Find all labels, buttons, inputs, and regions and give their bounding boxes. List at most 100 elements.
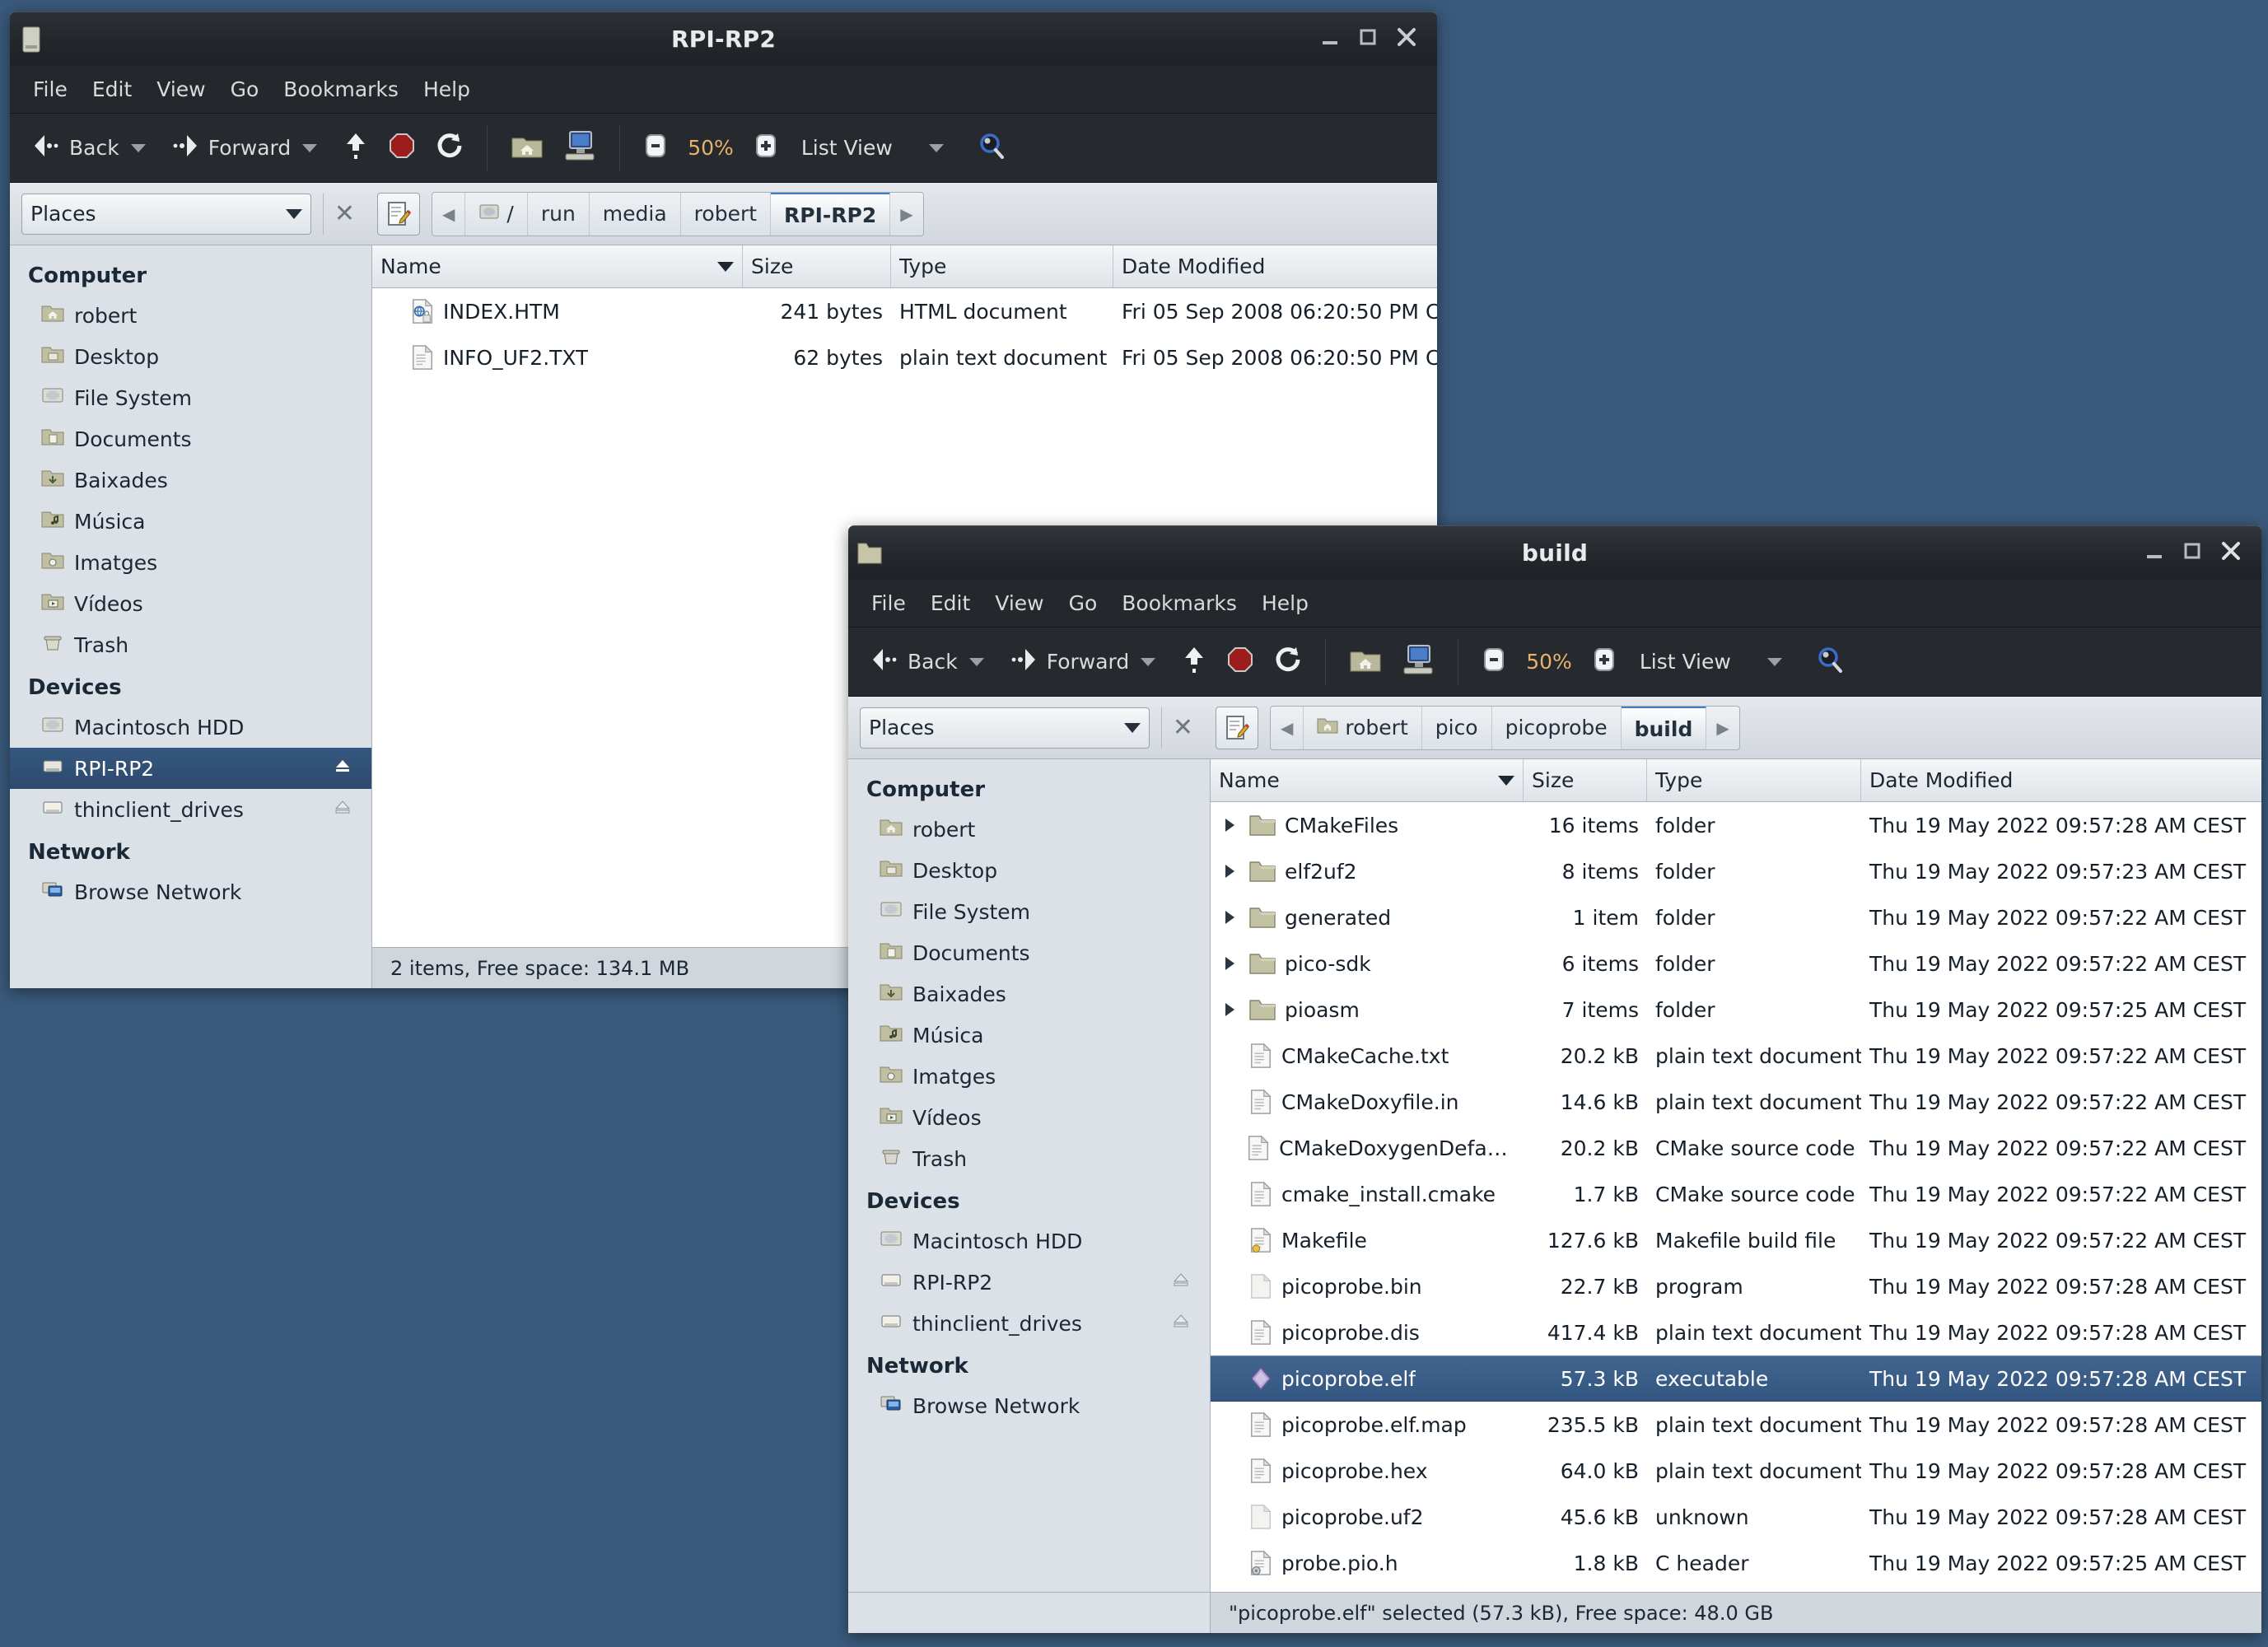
sidebar-item-imatges[interactable]: Imatges xyxy=(848,1056,1210,1097)
table-row[interactable]: CMakeFiles16 itemsfolderThu 19 May 2022 … xyxy=(1211,802,2261,848)
sidebar-item-robert[interactable]: robert xyxy=(10,295,371,336)
file-list-window2[interactable]: CMakeFiles16 itemsfolderThu 19 May 2022 … xyxy=(1211,802,2261,1592)
places-combo-window2[interactable]: Places xyxy=(860,707,1150,749)
zoom-out-button[interactable] xyxy=(635,127,676,170)
breadcrumb-item-run[interactable]: run xyxy=(528,192,590,236)
forward-dropdown-caret-icon[interactable] xyxy=(302,144,317,152)
sidebar-item-videos[interactable]: Vídeos xyxy=(848,1097,1210,1138)
column-size[interactable]: Size xyxy=(743,245,891,287)
breadcrumb-scroll-left[interactable]: ◀ xyxy=(432,192,465,236)
sidebar-item-trash[interactable]: Trash xyxy=(10,624,371,665)
computer-button[interactable] xyxy=(555,124,604,172)
column-size[interactable]: Size xyxy=(1524,759,1647,801)
stop-button[interactable] xyxy=(380,127,424,170)
table-row[interactable]: cmake_install.cmake1.7 kBCMake source co… xyxy=(1211,1171,2261,1217)
sidebar-item-browse-network[interactable]: Browse Network xyxy=(10,871,371,912)
table-row[interactable]: CMakeDoxygenDefaults...20.2 kBCMake sour… xyxy=(1211,1125,2261,1171)
expand-triangle-icon[interactable] xyxy=(1219,1003,1240,1016)
forward-button[interactable]: Forward xyxy=(1001,641,1138,684)
up-button[interactable] xyxy=(335,126,376,170)
column-date[interactable]: Date Modified xyxy=(1113,245,1437,287)
breadcrumb-item-current[interactable]: build xyxy=(1622,706,1707,750)
sidebar-item-rpi-rp2[interactable]: RPI-RP2 xyxy=(848,1262,1210,1303)
breadcrumb-scroll-right[interactable]: ▶ xyxy=(1706,706,1738,750)
eject-icon[interactable] xyxy=(332,797,353,822)
sidebar-item-documents[interactable]: Documents xyxy=(10,418,371,460)
table-row[interactable]: picoprobe.elf.map235.5 kBplain text docu… xyxy=(1211,1402,2261,1448)
breadcrumb-window2[interactable]: ◀ robert pico picoprobe build ▶ xyxy=(1270,706,1740,750)
close-button[interactable] xyxy=(1394,25,1419,54)
minimize-button[interactable] xyxy=(2143,539,2166,567)
column-header-window2[interactable]: Name Size Type Date Modified xyxy=(1211,759,2261,802)
computer-button[interactable] xyxy=(1393,638,1443,686)
sidebar-item-browse-network[interactable]: Browse Network xyxy=(848,1385,1210,1426)
column-name[interactable]: Name xyxy=(372,245,743,287)
column-date[interactable]: Date Modified xyxy=(1861,759,2261,801)
maximize-button[interactable] xyxy=(1356,26,1379,54)
sidebar-item-desktop[interactable]: Desktop xyxy=(10,336,371,377)
home-button[interactable] xyxy=(1341,641,1390,684)
menubar-window2[interactable]: File Edit View Go Bookmarks Help xyxy=(848,580,2261,628)
view-mode-caret-icon[interactable] xyxy=(1767,658,1782,666)
table-row[interactable]: pico-sdk6 itemsfolderThu 19 May 2022 09:… xyxy=(1211,940,2261,987)
window-build[interactable]: build File Edit View Go Bookmarks Help B… xyxy=(848,525,2261,1633)
menubar-window1[interactable]: File Edit View Go Bookmarks Help xyxy=(10,66,1437,114)
breadcrumb-item-current[interactable]: RPI-RP2 xyxy=(771,192,890,236)
sidebar-item-file-system[interactable]: File System xyxy=(848,891,1210,932)
breadcrumb-item-robert[interactable]: robert xyxy=(681,192,771,236)
table-row[interactable]: CMakeCache.txt20.2 kBplain text document… xyxy=(1211,1033,2261,1079)
forward-dropdown-caret-icon[interactable] xyxy=(1141,658,1155,666)
breadcrumb-item-media[interactable]: media xyxy=(590,192,681,236)
sidebar-item-imatges[interactable]: Imatges xyxy=(10,542,371,583)
back-dropdown-caret-icon[interactable] xyxy=(131,144,146,152)
search-button[interactable] xyxy=(1807,640,1853,684)
home-button[interactable] xyxy=(502,127,552,170)
sidebar-item-musica[interactable]: Música xyxy=(848,1015,1210,1056)
close-button[interactable] xyxy=(2219,539,2243,568)
forward-button[interactable]: Forward xyxy=(162,127,300,170)
view-mode-caret-icon[interactable] xyxy=(929,144,944,152)
table-row[interactable]: generated1 itemfolderThu 19 May 2022 09:… xyxy=(1211,894,2261,940)
location-bar-window2[interactable]: Places ✕ ◀ robert pico picoprobe build ▶ xyxy=(848,697,2261,759)
menu-help[interactable]: Help xyxy=(413,72,480,106)
titlebar-window1[interactable]: RPI-RP2 xyxy=(10,12,1437,66)
expand-triangle-icon[interactable] xyxy=(1219,957,1240,970)
expand-triangle-icon[interactable] xyxy=(1219,911,1240,924)
menu-go[interactable]: Go xyxy=(221,72,269,106)
minimize-button[interactable] xyxy=(1318,26,1342,54)
table-row[interactable]: INFO_UF2.TXT62 bytesplain text documentF… xyxy=(372,334,1437,380)
breadcrumb-window1[interactable]: ◀ / run media robert RPI-RP2 ▶ xyxy=(432,192,924,236)
sidebar-window1[interactable]: Computer robert Desktop File System Docu… xyxy=(10,245,372,988)
search-button[interactable] xyxy=(968,126,1015,170)
menu-file[interactable]: File xyxy=(861,586,916,620)
menu-view[interactable]: View xyxy=(147,72,215,106)
edit-path-button-window1[interactable] xyxy=(377,193,420,236)
back-button[interactable]: Back xyxy=(23,127,128,170)
table-row[interactable]: picoprobe.hex64.0 kBplain text documentT… xyxy=(1211,1448,2261,1494)
table-row[interactable]: picoprobe.uf245.6 kBunknownThu 19 May 20… xyxy=(1211,1494,2261,1540)
toolbar-window1[interactable]: Back Forward xyxy=(10,114,1437,183)
sidebar-item-baixades[interactable]: Baixades xyxy=(10,460,371,501)
menu-bookmarks[interactable]: Bookmarks xyxy=(273,72,408,106)
sidebar-item-rpi-rp2[interactable]: RPI-RP2 xyxy=(10,748,371,789)
sidebar-item-videos[interactable]: Vídeos xyxy=(10,583,371,624)
breadcrumb-scroll-left[interactable]: ◀ xyxy=(1271,706,1304,750)
breadcrumb-item-pico[interactable]: pico xyxy=(1422,706,1492,750)
toolbar-window2[interactable]: Back Forward xyxy=(848,628,2261,697)
table-row[interactable]: picoprobe.bin22.7 kBprogramThu 19 May 20… xyxy=(1211,1263,2261,1309)
sidebar-item-documents[interactable]: Documents xyxy=(848,932,1210,973)
menu-file[interactable]: File xyxy=(23,72,77,106)
titlebar-window2[interactable]: build xyxy=(848,525,2261,580)
menu-bookmarks[interactable]: Bookmarks xyxy=(1112,586,1247,620)
sidebar-item-macintosch-hdd[interactable]: Macintosch HDD xyxy=(848,1220,1210,1262)
breadcrumb-scroll-right[interactable]: ▶ xyxy=(890,192,922,236)
zoom-out-button[interactable] xyxy=(1473,641,1514,684)
stop-button[interactable] xyxy=(1218,641,1262,684)
places-combo-window1[interactable]: Places xyxy=(21,194,311,235)
sidebar-item-baixades[interactable]: Baixades xyxy=(848,973,1210,1015)
menu-view[interactable]: View xyxy=(985,586,1053,620)
up-button[interactable] xyxy=(1174,640,1215,684)
menu-edit[interactable]: Edit xyxy=(82,72,142,106)
close-sidebar-button-window2[interactable]: ✕ xyxy=(1161,707,1204,749)
eject-icon[interactable] xyxy=(1170,1311,1192,1336)
